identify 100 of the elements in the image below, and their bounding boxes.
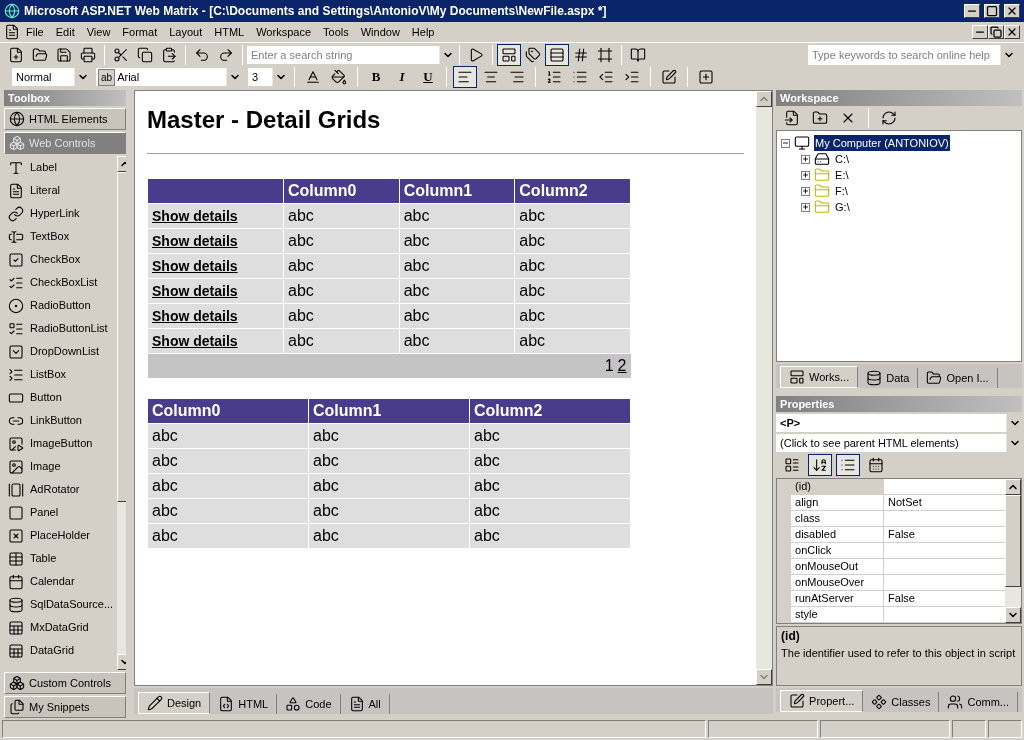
help-search-field[interactable]: Type keywords to search online help (808, 44, 1000, 65)
minimize-button[interactable] (972, 25, 988, 39)
toolbox-item[interactable]: PlaceHolder (4, 524, 118, 547)
tab[interactable]: Classes (863, 692, 940, 712)
tree-item[interactable]: F:\ (834, 182, 849, 200)
page-link[interactable]: 2 (617, 357, 627, 374)
expand-toggle[interactable] (801, 202, 811, 212)
toolbox-item[interactable]: Calendar (4, 570, 118, 593)
toolbox-section[interactable]: My Snippets (4, 696, 126, 718)
property-name[interactable]: onMouseOver (791, 575, 884, 590)
expand-toggle[interactable] (801, 170, 811, 180)
toolbox-item[interactable]: Panel (4, 501, 118, 524)
menu-item[interactable]: Format (116, 23, 164, 41)
tab[interactable]: Data (858, 368, 919, 388)
tree-item[interactable]: My Computer (ANTONIOV) (814, 134, 950, 152)
layout-icon (501, 46, 517, 63)
maximize-button[interactable] (984, 4, 1000, 18)
toolbox-item[interactable]: DataGrid (4, 639, 118, 662)
toolbox-item[interactable]: RadioButton (4, 294, 118, 317)
align-left-button[interactable] (453, 66, 477, 88)
layout-button[interactable] (497, 43, 521, 66)
sort-button[interactable] (808, 454, 833, 476)
close-button[interactable] (1004, 25, 1020, 39)
close-button[interactable] (1004, 4, 1020, 18)
toolbox-item[interactable]: ImageButton (4, 432, 118, 455)
property-value[interactable]: False (884, 527, 1005, 542)
property-name[interactable]: onClick (791, 543, 884, 558)
menu-item[interactable]: View (80, 23, 117, 41)
font-select[interactable]: ab Arial (96, 68, 242, 86)
toolbox-item[interactable]: Label (4, 156, 118, 179)
toolbox-section[interactable]: Custom Controls (4, 672, 126, 694)
scroll-thumb[interactable] (1005, 495, 1021, 587)
size-select[interactable]: 3 (248, 68, 288, 86)
toolbox-item[interactable]: Literal (4, 179, 118, 202)
link-icon (8, 205, 24, 222)
toolbox-item[interactable]: HyperLink (4, 202, 118, 225)
menu-item[interactable]: Tools (317, 23, 355, 41)
toolbox-item[interactable]: DropDownList (4, 340, 118, 363)
menu-item[interactable]: HTML (208, 23, 251, 41)
table-cell: abc (469, 473, 631, 499)
parent-elements-select[interactable]: (Click to see parent HTML elements) (776, 434, 1022, 452)
tab[interactable]: Code (277, 694, 341, 714)
toolbox-item[interactable]: SqlDataSource... (4, 593, 118, 616)
toolbox-item[interactable]: CheckBox (4, 248, 118, 271)
toolbox-item[interactable]: LinkButton (4, 409, 118, 432)
bold-button[interactable]: B (364, 67, 388, 87)
column-header: Column1 (308, 398, 470, 424)
underline-button[interactable]: U (416, 67, 440, 87)
globe-icon (9, 111, 25, 127)
toolbox-item[interactable]: Image (4, 455, 118, 478)
property-value[interactable]: NotSet (884, 495, 1005, 510)
toolbox-item[interactable]: Button (4, 386, 118, 409)
align-center-icon (483, 69, 499, 85)
property-name[interactable]: disabled (791, 527, 884, 542)
menu-item[interactable]: File (20, 23, 50, 41)
property-name[interactable]: class (791, 511, 884, 526)
menu-item[interactable]: Help (405, 23, 441, 41)
toolbox-section[interactable]: HTML Elements (4, 108, 126, 130)
expand-toggle[interactable] (801, 186, 811, 196)
table-cell: abc (399, 228, 515, 254)
expand-toggle[interactable] (801, 154, 811, 164)
menu-item[interactable]: Window (354, 23, 406, 41)
italic-button[interactable]: I (390, 67, 414, 87)
collapse-toggle[interactable] (781, 138, 791, 148)
toolbox-item[interactable]: Table (4, 547, 118, 570)
property-name[interactable]: runAtServer (791, 591, 884, 606)
menu-item[interactable]: Workspace (250, 23, 317, 41)
element-select[interactable]: <P> (776, 414, 1022, 432)
tab[interactable]: All (340, 694, 390, 714)
tree-item[interactable]: E:\ (834, 166, 850, 184)
toolbox-item[interactable]: AdRotator (4, 478, 118, 501)
scrollbar[interactable] (756, 91, 773, 685)
toolbox-item[interactable]: ListBox (4, 363, 118, 386)
property-name[interactable]: style (791, 607, 884, 622)
plus-icon (802, 203, 810, 211)
toolbox-item[interactable]: RadioButtonList (4, 317, 118, 340)
menu-item[interactable]: Layout (163, 23, 209, 41)
tab[interactable]: Propert... (780, 690, 864, 712)
page-link[interactable]: 1 (604, 357, 614, 374)
tree-item[interactable]: C:\ (834, 150, 851, 168)
tab[interactable]: Design (138, 692, 211, 714)
property-name[interactable]: onMouseOut (791, 559, 884, 574)
tab[interactable]: Open I... (918, 368, 998, 388)
toolbox-item[interactable]: CheckBoxList (4, 271, 118, 294)
list-button[interactable] (836, 454, 861, 476)
toolbox-item[interactable]: TextBox (4, 225, 118, 248)
toolbox-item[interactable]: MxDataGrid (4, 616, 118, 639)
rows-button[interactable] (545, 43, 569, 66)
minimize-button[interactable] (964, 4, 980, 18)
tree-item[interactable]: G:\ (834, 198, 851, 216)
restore-button[interactable] (988, 25, 1004, 39)
search-field[interactable]: Enter a search string (247, 45, 439, 64)
block-format-select[interactable]: Normal (12, 68, 90, 86)
tab[interactable]: Comm... (939, 692, 1018, 712)
property-name[interactable]: align (791, 495, 884, 510)
tab[interactable]: HTML (210, 694, 278, 714)
scrollbar[interactable] (1005, 479, 1021, 623)
menu-item[interactable]: Edit (49, 23, 81, 41)
property-value[interactable]: False (884, 591, 1005, 606)
tab[interactable]: Works... (780, 366, 859, 388)
